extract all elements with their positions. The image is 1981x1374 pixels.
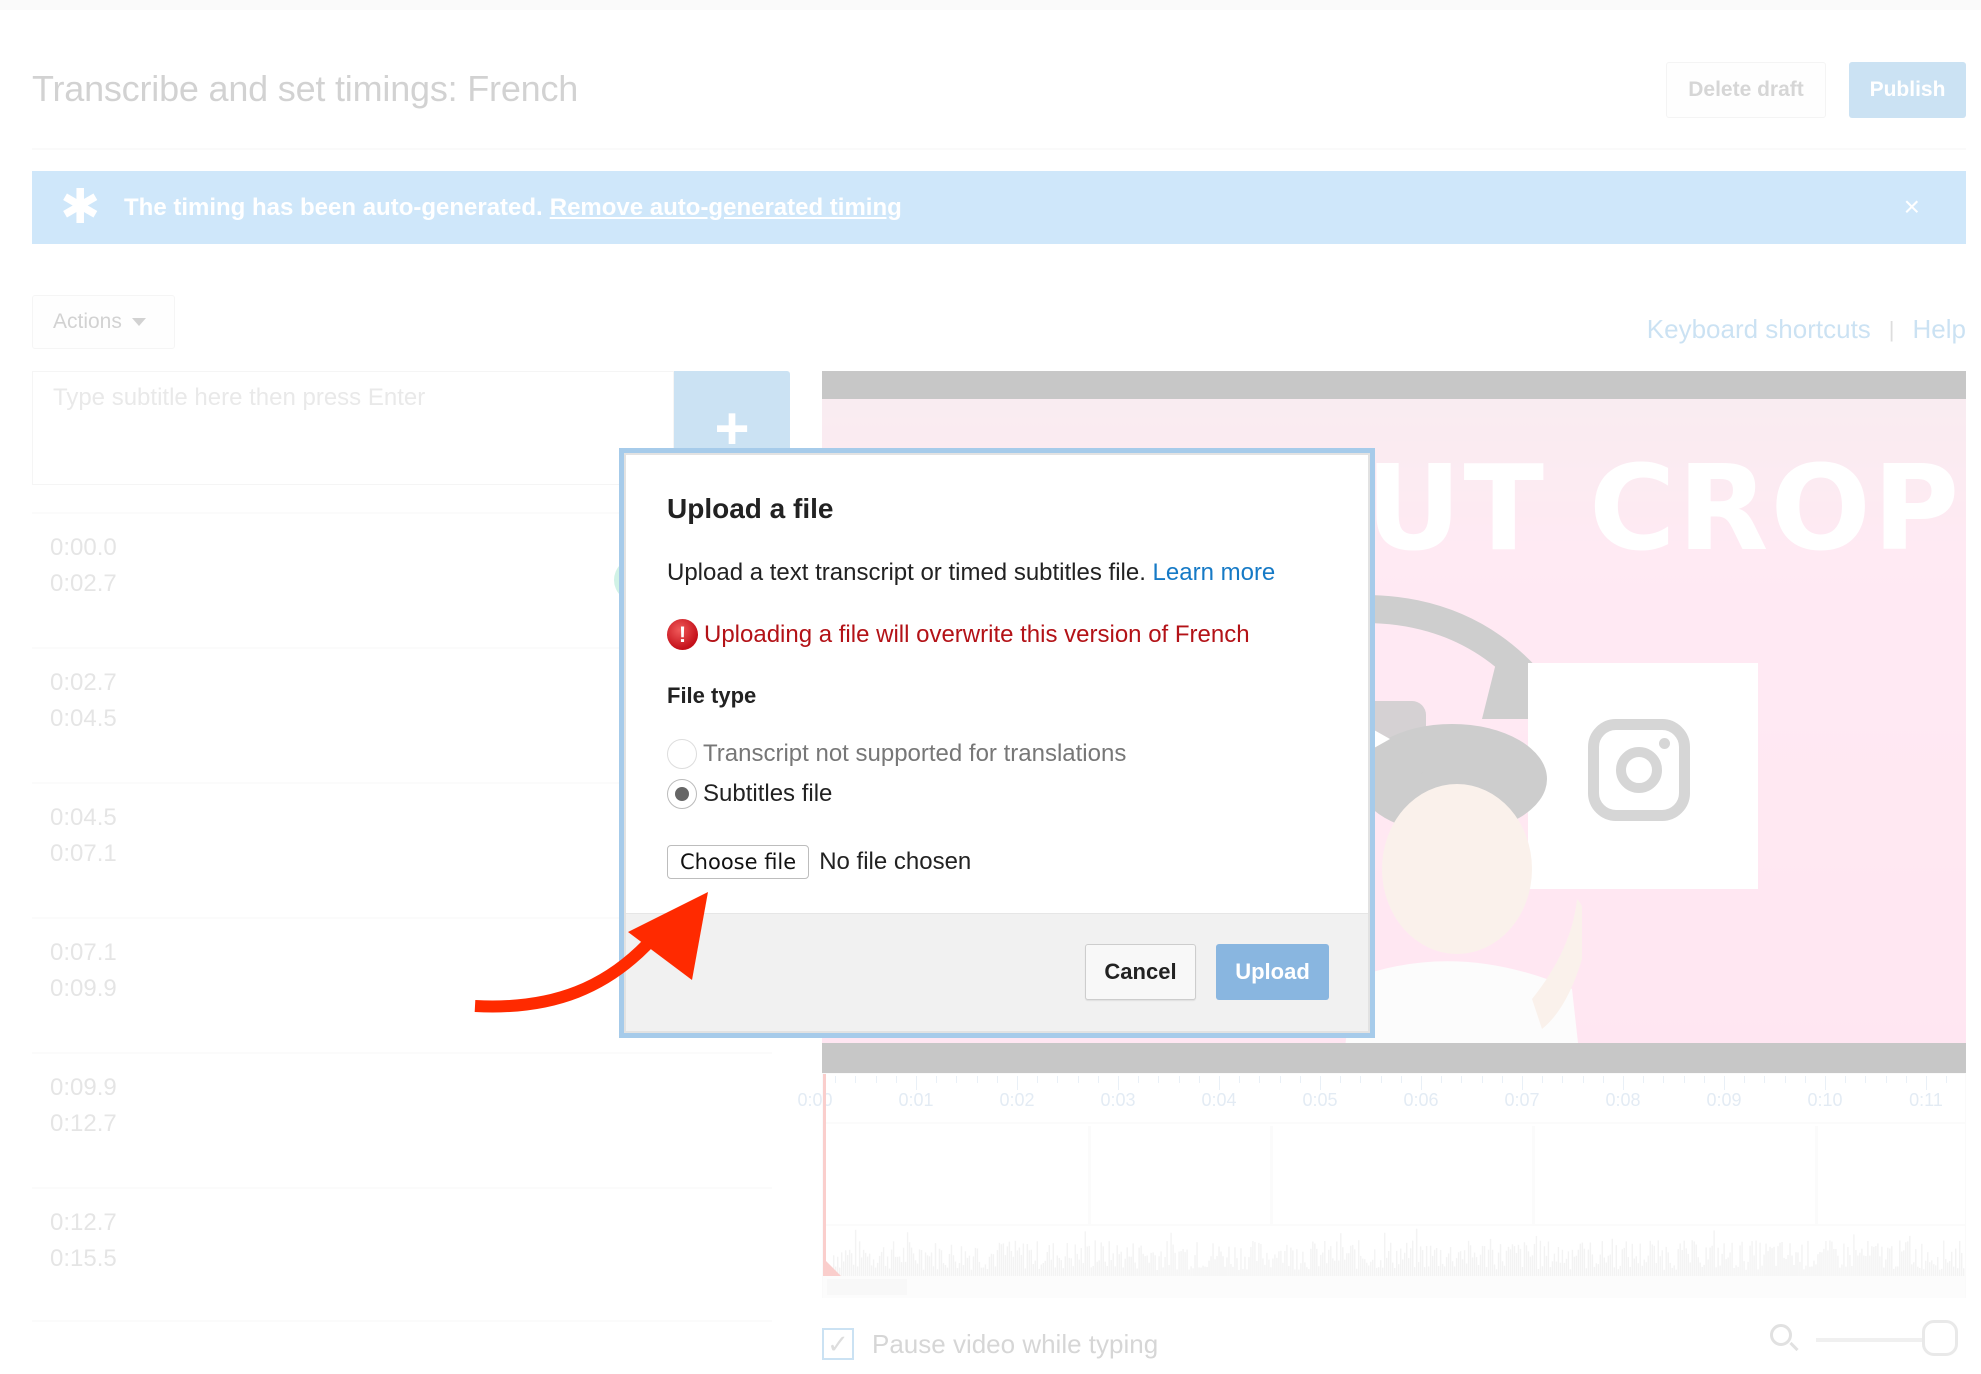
radio-label: Subtitles file: [703, 780, 833, 807]
upload-file-dialog: Upload a file Upload a text transcript o…: [619, 448, 1375, 1038]
file-picker: Choose file No file chosen: [667, 845, 971, 879]
radio-transcript[interactable]: Transcript not supported for translation…: [667, 739, 1126, 769]
annotation-arrow-icon: [474, 892, 708, 1013]
browser-top-strip: [0, 0, 1981, 10]
cancel-button[interactable]: Cancel: [1085, 944, 1196, 1000]
radio-button-selected[interactable]: [667, 779, 697, 809]
dialog-footer: Cancel Upload: [626, 913, 1368, 1031]
learn-more-link[interactable]: Learn more: [1153, 559, 1276, 586]
radio-button-unselected[interactable]: [667, 739, 697, 769]
warning-icon: !: [667, 619, 698, 650]
dialog-description: Upload a text transcript or timed subtit…: [667, 559, 1275, 587]
radio-subtitles-file[interactable]: Subtitles file: [667, 779, 832, 809]
radio-label: Transcript not supported for translation…: [703, 740, 1127, 767]
radio-dot-icon: [675, 787, 689, 801]
no-file-chosen-text: No file chosen: [819, 848, 972, 875]
file-type-label: File type: [667, 683, 757, 708]
overwrite-warning: ! Uploading a file will overwrite this v…: [667, 619, 1250, 650]
description-text: Upload a text transcript or timed subtit…: [667, 559, 1146, 586]
dialog-title: Upload a file: [667, 493, 834, 524]
warning-text: Uploading a file will overwrite this ver…: [704, 620, 1250, 648]
upload-button[interactable]: Upload: [1216, 944, 1329, 1000]
choose-file-button[interactable]: Choose file: [667, 845, 810, 879]
